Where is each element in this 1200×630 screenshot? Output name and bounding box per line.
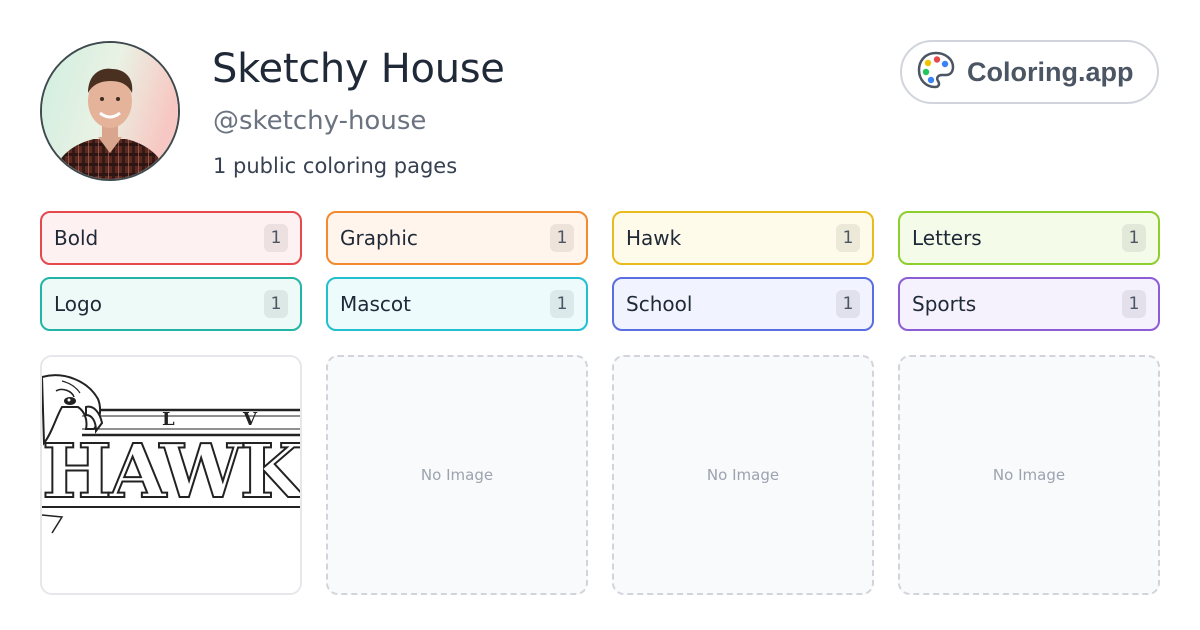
coloring-page-card[interactable]: No Image xyxy=(612,355,874,595)
image-letter: L xyxy=(162,409,175,430)
tag-bold[interactable]: Bold 1 xyxy=(40,211,302,265)
no-image-placeholder: No Image xyxy=(992,466,1066,484)
tag-hawk[interactable]: Hawk 1 xyxy=(612,211,874,265)
tag-graphic[interactable]: Graphic 1 xyxy=(326,211,588,265)
profile-name: Sketchy House xyxy=(212,46,505,92)
tag-label: Mascot xyxy=(340,292,412,316)
tag-letters[interactable]: Letters 1 xyxy=(898,211,1160,265)
tag-count: 1 xyxy=(264,224,288,252)
tag-label: Logo xyxy=(54,292,102,316)
tag-label: School xyxy=(626,292,693,316)
hawks-logo-image: L V HAWKS xyxy=(42,357,300,593)
coloring-page-card[interactable]: No Image xyxy=(326,355,588,595)
image-letter: V xyxy=(242,409,258,430)
tag-mascot[interactable]: Mascot 1 xyxy=(326,277,588,331)
no-image-placeholder: No Image xyxy=(706,466,780,484)
image-title: HAWKS xyxy=(42,429,300,515)
tag-count: 1 xyxy=(836,290,860,318)
tag-count: 1 xyxy=(1122,224,1146,252)
tag-label: Graphic xyxy=(340,226,418,250)
coloring-page-card[interactable]: No Image xyxy=(898,355,1160,595)
tag-school[interactable]: School 1 xyxy=(612,277,874,331)
tag-label: Hawk xyxy=(626,226,682,250)
tag-label: Sports xyxy=(912,292,977,316)
avatar xyxy=(40,41,180,181)
no-image-placeholder: No Image xyxy=(420,466,494,484)
tag-count: 1 xyxy=(1122,290,1146,318)
profile-handle: @sketchy-house xyxy=(213,106,427,136)
tag-label: Bold xyxy=(54,226,99,250)
coloring-app-link[interactable]: Coloring.app xyxy=(900,40,1159,104)
tag-count: 1 xyxy=(836,224,860,252)
tag-logo[interactable]: Logo 1 xyxy=(40,277,302,331)
tag-count: 1 xyxy=(264,290,288,318)
palette-icon xyxy=(916,50,956,94)
tag-count: 1 xyxy=(550,224,574,252)
coloring-page-card[interactable]: L V HAWKS xyxy=(40,355,302,595)
avatar-photo xyxy=(42,43,178,179)
tag-label: Letters xyxy=(912,226,982,250)
tag-count: 1 xyxy=(550,290,574,318)
profile-page-count: 1 public coloring pages xyxy=(213,154,458,178)
brand-label: Coloring.app xyxy=(967,56,1134,87)
tag-sports[interactable]: Sports 1 xyxy=(898,277,1160,331)
